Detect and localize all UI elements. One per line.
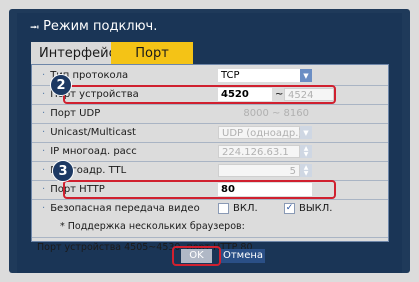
browser-support-note: * Поддержка нескольких браузеров: [60,221,245,232]
tab-port[interactable]: Порт [111,42,193,65]
unicast-select: UDP (одноадр.) [218,126,302,139]
callout-badge-3: 3 [52,160,74,182]
spin-icon: ▲ ▼ [300,164,312,177]
secure-video-label: · Безопасная передача видео [42,203,200,214]
secure-on-label: ВКЛ. [233,203,258,214]
row-udp-port: · Порт UDP 8000 ~ 8160 [32,105,388,122]
multicast-ttl-input: 5 [218,164,300,177]
unicast-label: · Unicast/Multicast [42,127,136,138]
protocol-select[interactable]: TCP [218,69,300,82]
row-secure-video: · Безопасная передача видео ВКЛ. ✓ ВЫКЛ. [32,200,388,217]
http-port-input[interactable]: 80 [218,183,312,196]
udp-port-range: 8000 ~ 8160 [243,108,309,119]
dialog-title-text: Режим подключ. [43,19,158,34]
secure-off-label: ВЫКЛ. [299,203,333,214]
row-divider [32,237,388,238]
ip-multicast-input: 224.126.63.1 [218,145,300,158]
row-http-port: · Порт HTTP 80 [32,181,388,198]
tab-bar: Интерфейс Порт [31,42,193,65]
row-unicast: · Unicast/Multicast UDP (одноадр.) ▼ [32,124,388,141]
device-port-range-sep: ~ [275,89,284,100]
login-arrow-icon: ⭲ [30,20,40,34]
ok-button[interactable]: OK [181,249,212,263]
udp-port-label: · Порт UDP [42,108,101,119]
ip-multicast-label: · IP многоад. расс [42,146,137,157]
chevron-down-icon: ▼ [300,126,312,139]
dialog-title: ⭲ Режим подключ. [30,16,157,38]
row-protocol: · Тип протокола TCP ▼ [32,67,388,84]
device-port-to-input: 4524 [284,88,334,101]
row-ip-multicast: · IP многоад. расс 224.126.63.1 ▲ ▼ [32,143,388,160]
secure-off-checkbox[interactable]: ✓ [284,203,295,214]
checkmark-icon: ✓ [285,203,294,213]
http-port-label: · Порт HTTP [42,184,105,195]
secure-on-checkbox[interactable] [218,203,229,214]
row-device-port: · Порт устройства 4520 ~ 4524 [32,86,388,103]
port-settings-panel: · Тип протокола TCP ▼ · Порт устройства 45… [31,64,389,242]
row-multicast-ttl: · Многоадр. TTL 5 ▲ ▼ [32,162,388,179]
cancel-button[interactable]: Отмена [221,249,265,263]
callout-badge-2: 2 [50,74,72,96]
device-port-from-input[interactable]: 4520 [218,88,272,101]
tab-interface[interactable]: Интерфейс [31,42,116,65]
chevron-down-icon[interactable]: ▼ [300,69,312,82]
spin-icon: ▲ ▼ [300,145,312,158]
